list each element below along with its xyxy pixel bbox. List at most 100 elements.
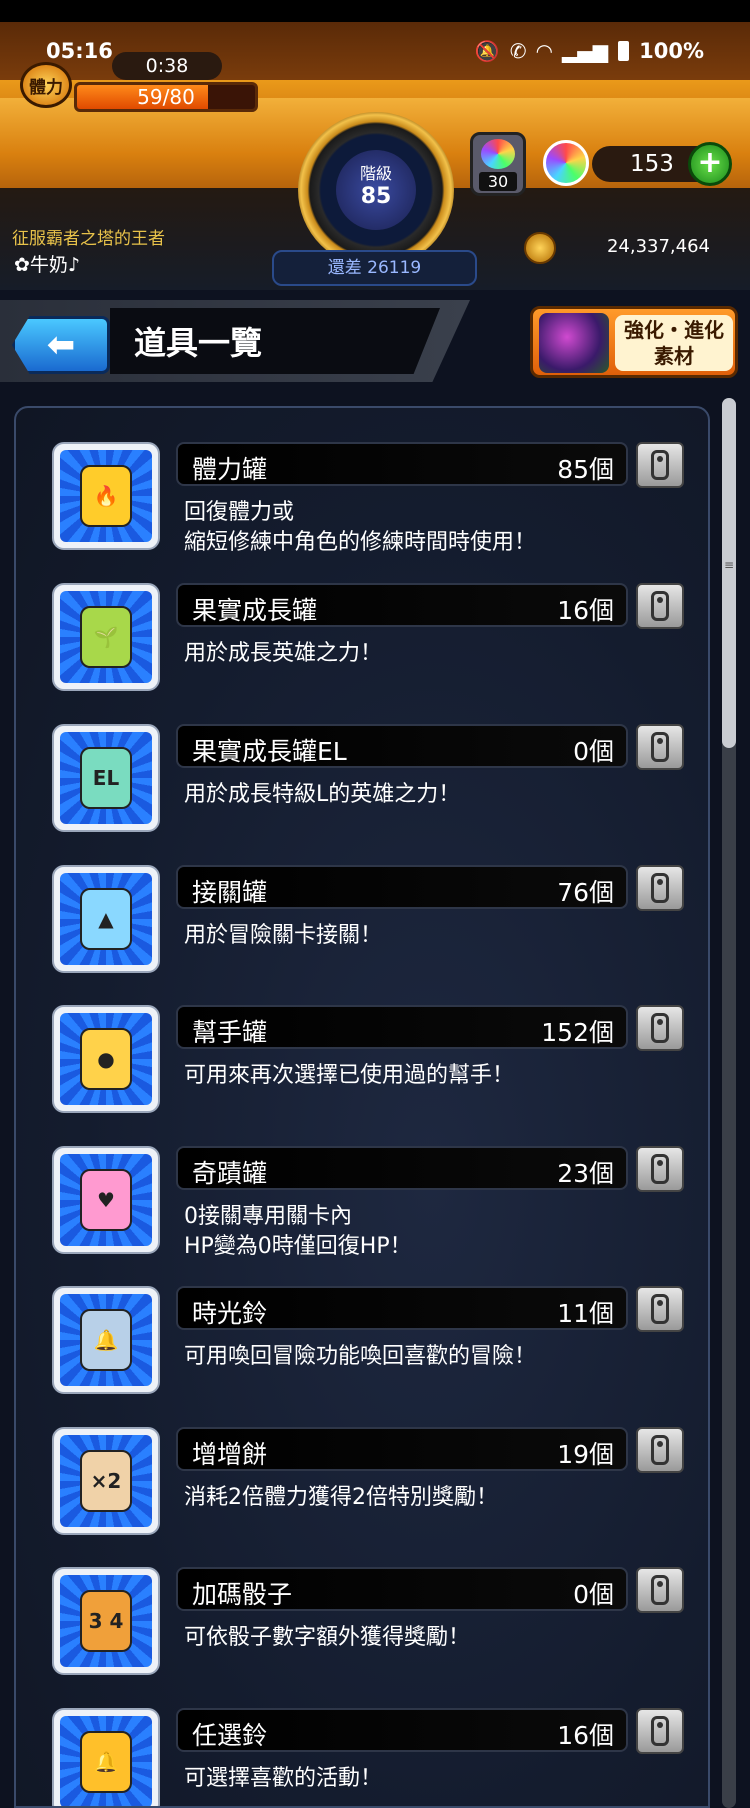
list-item[interactable]: ×2 增增餅 19個 消耗2倍體力獲得2倍特別獎勵！ xyxy=(16,1427,708,1557)
item-glyph: 🔔 xyxy=(80,1309,132,1371)
item-description-line: 0接關專用關卡內 xyxy=(184,1204,352,1229)
item-name-bar: 接關罐 76個 xyxy=(176,865,628,909)
list-item[interactable]: ♥ 奇蹟罐 23個 0接關專用關卡內 HP變為0時僅回復HP！ xyxy=(16,1146,708,1276)
info-icon xyxy=(651,1716,669,1746)
info-icon xyxy=(651,732,669,762)
list-item[interactable]: 🔔 時光鈴 11個可用喚回冒險功能喚回喜歡的冒險！ xyxy=(16,1286,708,1416)
item-info-button[interactable] xyxy=(636,583,684,629)
rank-badge[interactable]: 階級 85 xyxy=(336,150,416,230)
item-name: 加碼骰子 xyxy=(192,1580,293,1609)
item-info-button[interactable] xyxy=(636,724,684,770)
item-name-bar: 任選鈴 16個 xyxy=(176,1708,628,1752)
time-bell-icon[interactable]: 🔔 xyxy=(52,1286,160,1394)
list-item[interactable]: 3 4 加碼骰子 0個 可依骰子數字額外獲得獎勵！ xyxy=(16,1567,708,1697)
back-arrow-icon: ⬅ xyxy=(46,325,76,365)
battery-percent: 100% xyxy=(639,39,704,63)
icon-background: EL xyxy=(60,732,152,824)
item-name-bar: 增增餅 19個 xyxy=(176,1427,628,1471)
icon-background: ♥ xyxy=(60,1154,152,1246)
info-icon xyxy=(651,450,669,480)
item-info-button[interactable] xyxy=(636,865,684,911)
item-name-bar: 果實成長罐EL 0個 xyxy=(176,724,628,768)
fruit-growth-can-icon[interactable]: 🌱 xyxy=(52,583,160,691)
list-item[interactable]: ● 幫手罐 152個 可用來再次選擇已使用過的幫手！ xyxy=(16,1005,708,1135)
fruit-growth-can-el-icon[interactable]: EL xyxy=(52,724,160,832)
continue-can-icon[interactable]: ▲ xyxy=(52,865,160,973)
icon-background: 🌱 xyxy=(60,591,152,683)
item-count: 16個 xyxy=(557,596,614,625)
list-item[interactable]: ▲ 接關罐 76個用於冒險關卡接關！ xyxy=(16,865,708,995)
item-list-panel[interactable]: 🔥 體力罐 85個 回復體力或 縮短修練中角色的修練時間時使用！ 🌱 果實成長罐 16個 用於成… xyxy=(14,406,710,1808)
item-info-button[interactable] xyxy=(636,1286,684,1332)
info-icon xyxy=(651,873,669,903)
helper-can-icon[interactable]: ● xyxy=(52,1005,160,1113)
item-description-line: 可用來再次選擇已使用過的幫手！ xyxy=(184,1063,515,1088)
list-item[interactable]: 🌱 果實成長罐 16個 用於成長英雄之力！ xyxy=(16,583,708,713)
item-description-line: 用於成長英雄之力！ xyxy=(184,641,383,666)
boost-cookie-icon[interactable]: ×2 xyxy=(52,1427,160,1535)
back-button[interactable]: ⬅ xyxy=(12,316,110,374)
enhance-evolve-materials-button[interactable]: 強化・進化 素材 xyxy=(530,306,738,378)
status-time: 05:16 xyxy=(46,39,113,63)
item-count: 11個 xyxy=(557,1299,614,1328)
bonus-dice-icon[interactable]: 3 4 xyxy=(52,1567,160,1675)
item-info-button[interactable] xyxy=(636,442,684,488)
list-item[interactable]: 🔔 任選鈴 16個可選擇喜歡的活動！ xyxy=(16,1708,708,1806)
battery-icon xyxy=(618,41,630,61)
item-info-button[interactable] xyxy=(636,1708,684,1754)
item-glyph: EL xyxy=(80,747,132,809)
info-icon xyxy=(651,591,669,621)
info-icon xyxy=(651,1294,669,1324)
status-icons: 🔕 ✆ ◠ ▂▄▆ 100% xyxy=(475,39,704,63)
stamina-label: 體力 xyxy=(29,77,63,98)
stamina-can-icon[interactable]: 🔥 xyxy=(52,442,160,550)
list-item[interactable]: 🔥 體力罐 85個回復體力或 縮短修練中角色的修練時間時使用！ xyxy=(16,442,708,572)
item-count: 0個 xyxy=(573,1580,614,1609)
item-description-line: 用於成長特級L的英雄之力！ xyxy=(184,782,461,807)
info-icon xyxy=(651,1435,669,1465)
item-glyph: ● xyxy=(80,1028,132,1090)
top-black-edge xyxy=(0,0,750,22)
item-count: 23個 xyxy=(557,1159,614,1188)
icon-background: 🔥 xyxy=(60,450,152,542)
item-info-button[interactable] xyxy=(636,1427,684,1473)
item-description: 用於成長英雄之力！ xyxy=(184,639,634,669)
item-description: 回復體力或 縮短修練中角色的修練時間時使用！ xyxy=(184,498,634,558)
item-description-line: 可選擇喜歡的活動！ xyxy=(184,1766,383,1791)
wifi-call-icon: ✆ xyxy=(509,39,527,63)
item-count: 0個 xyxy=(573,737,614,766)
enhance-label-line2: 素材 xyxy=(654,344,694,368)
item-info-button[interactable] xyxy=(636,1567,684,1613)
item-name-bar: 時光鈴 11個 xyxy=(176,1286,628,1330)
item-description: 可用來再次選擇已使用過的幫手！ xyxy=(184,1061,634,1091)
item-count: 85個 xyxy=(557,455,614,484)
buy-orb-button[interactable]: + xyxy=(688,142,732,186)
miracle-can-icon[interactable]: ♥ xyxy=(52,1146,160,1254)
item-description-line: 回復體力或 xyxy=(184,500,295,525)
icon-background: ▲ xyxy=(60,873,152,965)
orb-icon xyxy=(543,140,589,186)
list-item[interactable]: EL 果實成長罐EL 0個用於成長特級L的英雄之力！ xyxy=(16,724,708,854)
icon-background: ● xyxy=(60,1013,152,1105)
item-glyph: 3 4 xyxy=(80,1590,132,1652)
scrollbar-grip-icon: ≡ xyxy=(724,558,735,572)
icon-background: 3 4 xyxy=(60,1575,152,1667)
player-name: ✿牛奶♪ xyxy=(14,254,81,276)
stamina-text: 59/80 xyxy=(137,85,195,109)
item-glyph: 🌱 xyxy=(80,606,132,668)
mute-icon: 🔕 xyxy=(474,39,500,63)
item-name: 體力罐 xyxy=(192,455,268,484)
item-name: 增增餅 xyxy=(192,1440,268,1469)
item-info-button[interactable] xyxy=(636,1146,684,1192)
item-description-line: HP變為0時僅回復HP！ xyxy=(184,1234,412,1259)
stamina-icon: 體力 xyxy=(20,62,72,108)
item-glyph: 🔔 xyxy=(80,1731,132,1793)
item-name: 幫手罐 xyxy=(192,1018,268,1047)
page-title: 道具一覽 xyxy=(134,324,263,362)
item-description: 可用喚回冒險功能喚回喜歡的冒險！ xyxy=(184,1342,634,1372)
item-info-button[interactable] xyxy=(636,1005,684,1051)
choice-bell-icon[interactable]: 🔔 xyxy=(52,1708,160,1806)
gem-box[interactable]: 30 xyxy=(470,132,526,196)
wifi-icon: ◠ xyxy=(536,39,552,63)
item-description-line: 用於冒險關卡接關！ xyxy=(184,923,383,948)
